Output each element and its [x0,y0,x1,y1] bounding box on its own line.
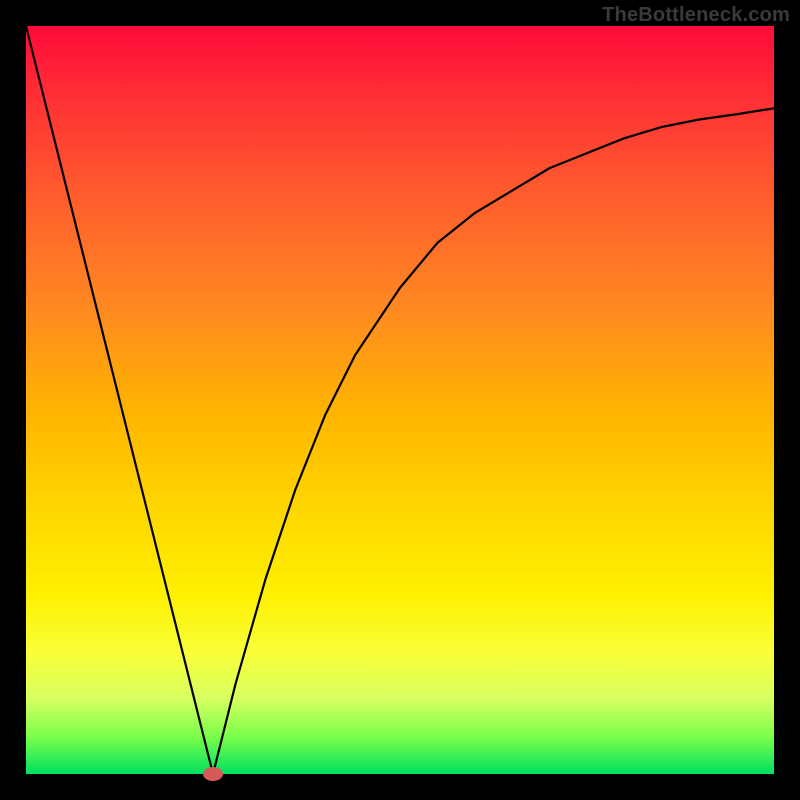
bottleneck-curve [26,26,774,774]
min-marker-icon [203,767,223,781]
plot-svg [26,26,774,774]
watermark-text: TheBottleneck.com [602,4,790,27]
chart-canvas: TheBottleneck.com [0,0,800,800]
